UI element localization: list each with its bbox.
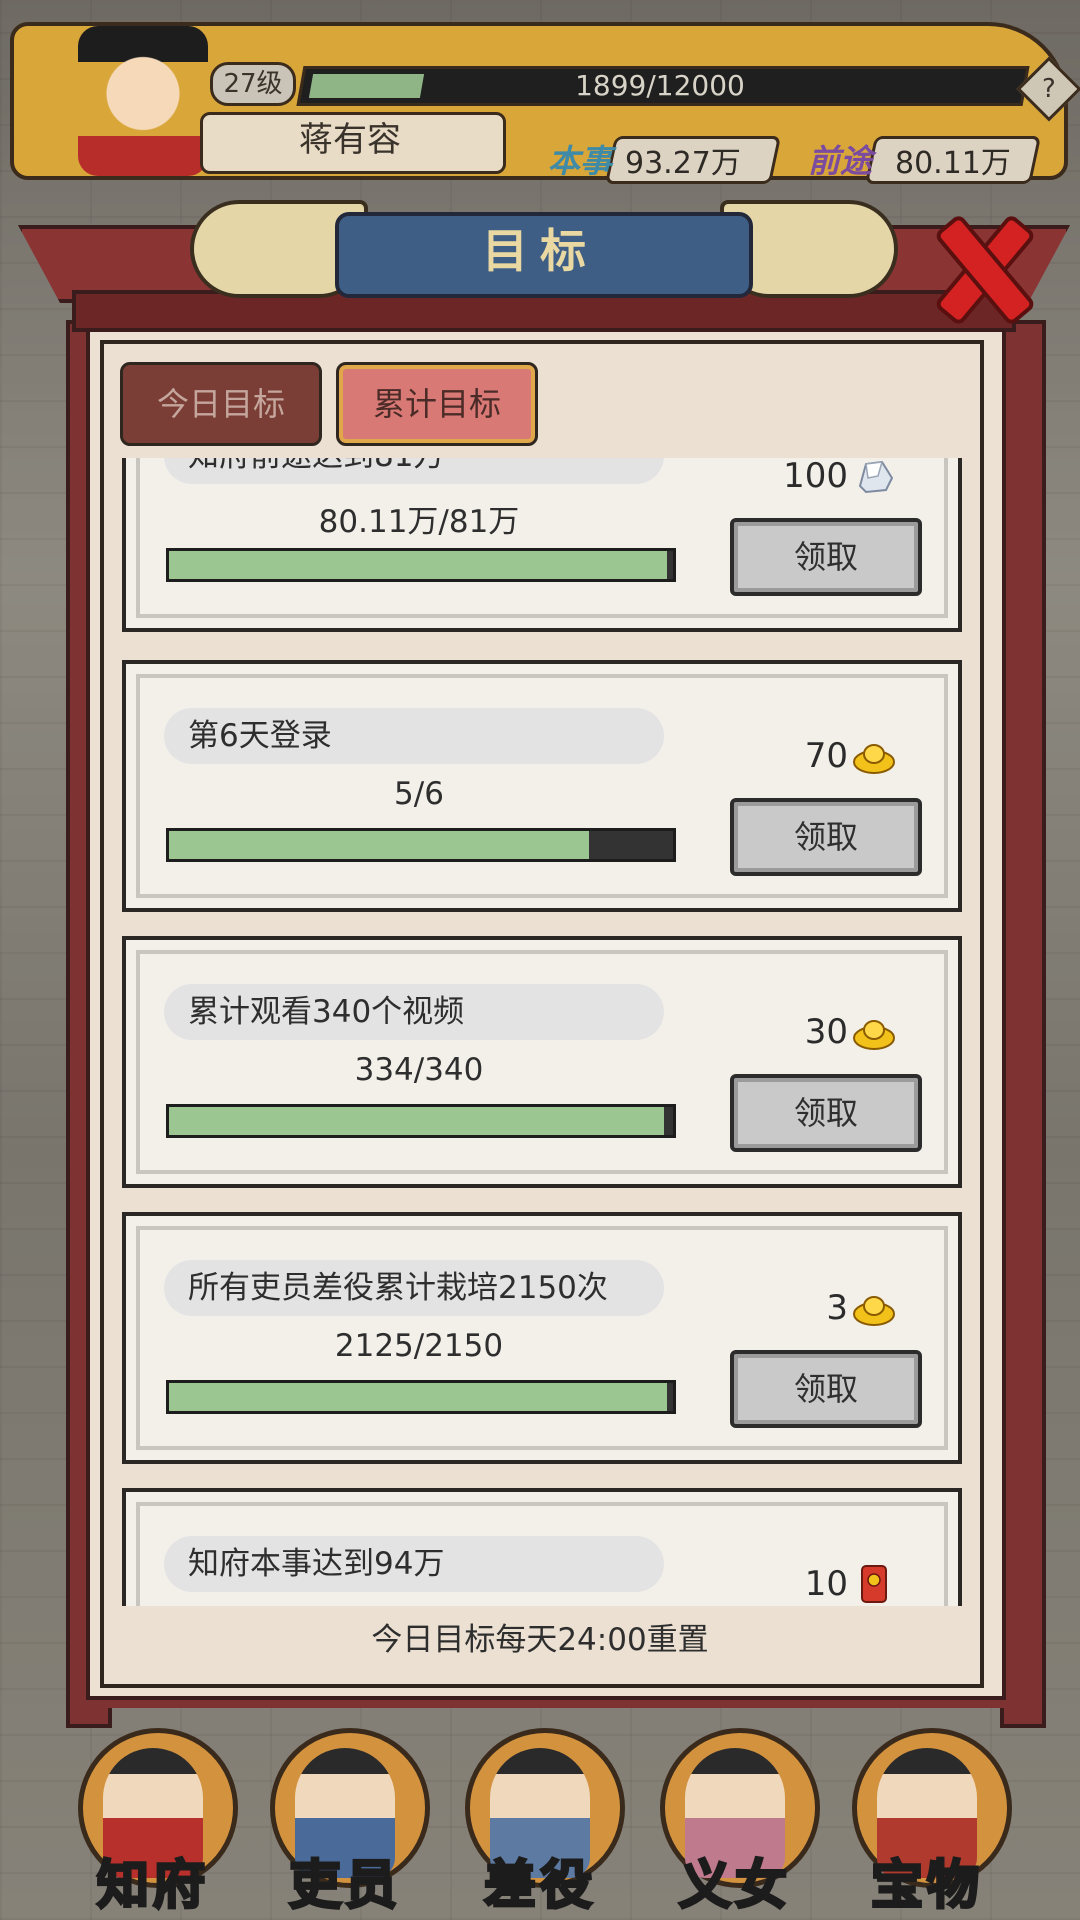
task-progress-bar [166,1380,676,1414]
task-progress-fill [169,1107,664,1135]
task-progress-text: 334/340 [354,1052,484,1088]
task-progress-bar [166,828,676,862]
task-progress-fill [169,1383,667,1411]
gold-ingot-icon [853,1020,895,1050]
exp-text: 1899/12000 [575,69,745,102]
task-progress-text: 5/6 [394,776,444,812]
task-progress-text: 2125/2150 [334,1328,504,1364]
task-name: 第6天登录 [188,718,332,754]
tab-daily-goals[interactable]: 今日目标 [120,362,322,446]
nav-label: 知府 [95,1855,209,1918]
reward-amount: 70 [804,736,848,776]
claim-button[interactable]: 领取 [730,1350,922,1428]
reward-amount: 100 [783,458,848,496]
nav-item-daughters[interactable]: 义女 [640,1720,830,1920]
task-card: 知府前途达到81万 80.11万/81万 100 领取 [122,458,962,632]
silver-ingot-icon [858,460,894,494]
task-name: 知府本事达到94万 [188,1546,445,1582]
claim-button[interactable]: 领取 [730,1074,922,1152]
task-card: 第6天登录 5/6 70 领取 [122,660,962,912]
task-card: 所有吏员差役累计栽培2150次 2125/2150 3 领取 [122,1212,962,1464]
reward-amount: 3 [826,1288,848,1328]
reward-amount: 10 [804,1564,848,1604]
gold-ingot-icon [853,1296,895,1326]
player-hud: 27级 1899/12000 蒋有容 本事 93.27万 前途 80.11万 ? [0,0,1080,240]
task-reward: 30 [732,1008,932,1058]
reward-amount: 30 [804,1012,848,1052]
ability-label: 本事 [548,142,613,180]
nav-label: 吏员 [287,1855,401,1918]
nav-label: 宝物 [869,1855,983,1918]
player-avatar[interactable] [78,26,208,176]
task-progress-fill [169,831,589,859]
close-icon[interactable] [920,215,1030,315]
task-name: 所有吏员差役累计栽培2150次 [188,1270,608,1306]
task-progress-bar [166,1104,676,1138]
claim-button[interactable]: 领取 [730,798,922,876]
task-reward: 3 [732,1284,932,1334]
claim-button[interactable]: 领取 [730,518,922,596]
ability-value: 93.27万 [625,146,741,181]
reset-note: 今日目标每天24:00重置 [371,1622,709,1658]
prospect-label: 前途 [808,142,873,180]
player-name: 蒋有容 [299,120,401,160]
prospect-value: 80.11万 [895,146,1011,181]
task-name: 累计观看340个视频 [188,994,465,1030]
task-list[interactable]: 知府前途达到81万 80.11万/81万 100 领取 第6天登录 5/6 70… [118,458,962,1606]
nav-item-runners[interactable]: 差役 [445,1720,635,1920]
bottom-nav: 知府 吏员 差役 义女 宝物 [0,1700,1080,1920]
help-glyph: ? [1042,74,1056,104]
task-card: 累计观看340个视频 334/340 30 领取 [122,936,962,1188]
nav-label: 差役 [482,1855,596,1918]
level-badge: 27级 [210,62,296,106]
gold-ingot-icon [853,744,895,774]
nav-item-prefect[interactable]: 知府 [58,1720,248,1920]
nav-item-treasures[interactable]: 宝物 [832,1720,1022,1920]
task-reward: 10 [732,1560,932,1606]
dialog-title: 目标 [482,224,598,278]
task-progress-fill [169,551,668,579]
task-reward: 70 [732,732,932,782]
nav-label: 义女 [677,1855,791,1918]
task-progress-text: 80.11万/81万 [318,504,520,540]
red-envelope-icon [861,1565,887,1603]
task-reward: 100 [732,458,932,502]
tab-cumulative-goals[interactable]: 累计目标 [336,362,538,446]
task-progress-bar [166,548,676,582]
nav-item-clerks[interactable]: 吏员 [250,1720,440,1920]
task-name: 知府前途达到81万 [188,458,688,484]
task-card: 知府本事达到94万 10 [122,1488,962,1606]
